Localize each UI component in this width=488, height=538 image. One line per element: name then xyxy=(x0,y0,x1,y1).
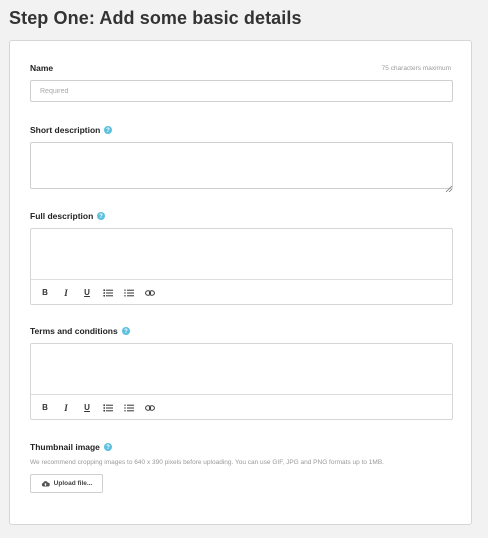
underline-button[interactable]: U xyxy=(81,287,93,298)
bulleted-list-icon xyxy=(103,288,113,297)
short-description-textarea[interactable] xyxy=(30,142,453,189)
upload-file-label: Upload file... xyxy=(53,480,93,487)
page-title: Step One: Add some basic details xyxy=(9,8,302,28)
help-icon[interactable]: ? xyxy=(121,326,130,335)
terms-editor-area[interactable] xyxy=(31,344,452,394)
numbered-list-icon xyxy=(124,404,134,411)
name-char-limit: 75 characters maximum xyxy=(381,65,451,72)
full-description-editor: B I U xyxy=(30,228,453,305)
terms-editor: B I U xyxy=(30,343,453,420)
full-description-label: Full description xyxy=(30,211,94,221)
bulleted-list-button[interactable] xyxy=(102,287,114,298)
svg-text:?: ? xyxy=(99,214,103,220)
name-input[interactable] xyxy=(30,80,453,102)
basic-details-form: Name 75 characters maximum Short descrip… xyxy=(9,40,472,525)
help-icon[interactable]: ? xyxy=(103,442,112,451)
full-description-toolbar: B I U xyxy=(31,279,452,305)
numbered-list-icon xyxy=(124,289,134,296)
bold-button[interactable]: B xyxy=(39,402,51,413)
bulleted-list-icon xyxy=(103,403,113,412)
thumbnail-label: Thumbnail image xyxy=(30,442,100,452)
svg-text:?: ? xyxy=(124,329,128,335)
help-icon[interactable]: ? xyxy=(97,211,106,220)
terms-label-row: Terms and conditions? xyxy=(30,326,130,336)
thumbnail-hint: We recommend cropping images to 640 x 39… xyxy=(30,459,384,466)
terms-label: Terms and conditions xyxy=(30,326,118,336)
numbered-list-button[interactable] xyxy=(123,287,135,298)
name-label: Name xyxy=(30,63,54,73)
link-icon xyxy=(145,404,155,411)
thumbnail-label-row: Thumbnail image? xyxy=(30,442,112,452)
cloud-upload-icon xyxy=(41,481,50,487)
bulleted-list-button[interactable] xyxy=(102,402,114,413)
help-icon[interactable]: ? xyxy=(104,125,113,134)
link-button[interactable] xyxy=(144,287,156,298)
italic-button[interactable]: I xyxy=(60,287,72,298)
underline-button[interactable]: U xyxy=(81,402,93,413)
upload-file-button[interactable]: Upload file... xyxy=(30,474,103,493)
short-description-label: Short description xyxy=(30,125,101,135)
svg-text:?: ? xyxy=(106,445,110,451)
svg-text:?: ? xyxy=(107,128,111,134)
link-icon xyxy=(145,289,155,296)
numbered-list-button[interactable] xyxy=(123,402,135,413)
link-button[interactable] xyxy=(144,402,156,413)
terms-toolbar: B I U xyxy=(31,394,452,420)
italic-button[interactable]: I xyxy=(60,402,72,413)
full-description-label-row: Full description? xyxy=(30,211,106,221)
full-description-editor-area[interactable] xyxy=(31,229,452,279)
bold-button[interactable]: B xyxy=(39,287,51,298)
resize-handle[interactable] xyxy=(444,180,453,193)
short-description-label-row: Short description? xyxy=(30,125,113,135)
